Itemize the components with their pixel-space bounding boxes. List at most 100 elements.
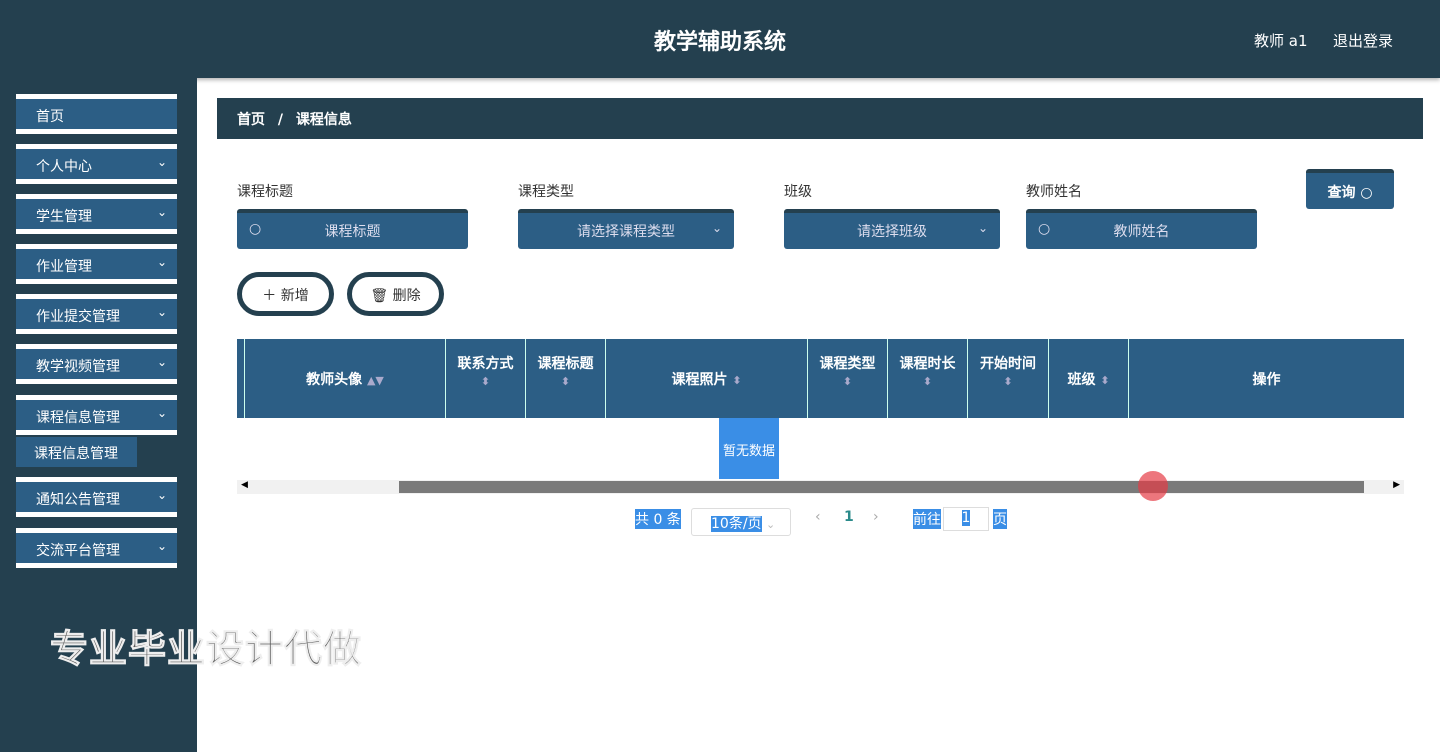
add-label: 新增: [280, 288, 309, 304]
plus-icon: ＋: [262, 288, 277, 304]
search-icon: ○: [1360, 185, 1373, 201]
sort-icon[interactable]: ⬍: [843, 375, 852, 388]
sidebar-item-notices[interactable]: 通知公告管理 ⌄: [16, 477, 177, 517]
prev-page-button[interactable]: ‹: [815, 509, 821, 525]
column-header[interactable]: 联系方式 ⬍: [445, 339, 525, 418]
current-page[interactable]: 1: [844, 509, 854, 525]
page-suffix: 页: [993, 509, 1007, 529]
sort-icon[interactable]: ⬍: [923, 375, 932, 388]
sidebar-item-submissions[interactable]: 作业提交管理 ⌄: [16, 294, 177, 334]
table-header: 教师头像 ▲▼ 联系方式 ⬍ 课程标题 ⬍ 课程照片 ⬍ 课程类型 ⬍ 课程时长 ⬍ 开…: [237, 339, 1404, 418]
current-user: 教师 a1: [1254, 32, 1308, 50]
chevron-down-icon: ⌄: [156, 155, 167, 169]
sidebar-item-label: 作业提交管理: [36, 309, 120, 325]
scrollbar-thumb[interactable]: [399, 481, 1364, 493]
query-label: 查询: [1327, 185, 1356, 201]
sort-icon[interactable]: ⬍: [1100, 374, 1109, 387]
column-label: 课程照片: [671, 372, 728, 388]
teacher-name-label: 教师姓名: [1026, 184, 1082, 200]
sidebar-item-label: 通知公告管理: [36, 492, 120, 508]
sidebar-item-label: 学生管理: [36, 209, 92, 225]
class-select[interactable]: 请选择班级 ⌄: [784, 209, 1000, 249]
sort-icon[interactable]: ▲▼: [367, 374, 384, 387]
top-header: 教学辅助系统 教师 a1 退出登录: [0, 0, 1440, 78]
trash-icon: 🗑: [370, 288, 389, 304]
breadcrumb-separator: /: [277, 112, 283, 128]
sidebar-item-label: 首页: [36, 109, 64, 125]
breadcrumb-current: 课程信息: [295, 112, 352, 128]
column-label: 班级: [1067, 372, 1096, 388]
chevron-down-icon: ⌄: [711, 221, 722, 235]
column-header: 操作: [1128, 339, 1404, 418]
chevron-down-icon: ⌄: [156, 355, 167, 369]
empty-text: 暂无数据: [719, 418, 779, 479]
breadcrumb: 首页 / 课程信息: [217, 98, 1423, 139]
chevron-down-icon: ⌄: [156, 488, 167, 502]
chevron-down-icon: ⌄: [765, 518, 776, 531]
course-title-input[interactable]: ○ 课程标题: [237, 209, 468, 249]
teacher-name-input[interactable]: ○ 教师姓名: [1026, 209, 1257, 249]
query-button[interactable]: 查询 ○: [1306, 169, 1394, 209]
course-title-label: 课程标题: [237, 184, 293, 200]
sidebar-subitem-courses[interactable]: 课程信息管理: [16, 437, 137, 467]
sidebar-item-label: 作业管理: [36, 259, 92, 275]
placeholder: 教师姓名: [1113, 224, 1170, 240]
column-header[interactable]: 课程照片 ⬍: [605, 339, 807, 418]
chevron-down-icon: ⌄: [156, 539, 167, 553]
goto-value: 1: [961, 510, 971, 526]
app-title: 教学辅助系统: [653, 30, 786, 55]
course-type-select[interactable]: 请选择课程类型 ⌄: [518, 209, 734, 249]
watermark: 专业毕业设计代做: [49, 627, 363, 672]
chevron-up-icon: ⌄: [156, 406, 167, 420]
placeholder: 请选择班级: [857, 224, 927, 240]
column-header[interactable]: 班级 ⬍: [1048, 339, 1128, 418]
sidebar-item-students[interactable]: 学生管理 ⌄: [16, 194, 177, 234]
column-header[interactable]: 课程标题 ⬍: [525, 339, 605, 418]
column-header[interactable]: 开始时间 ⬍: [967, 339, 1048, 418]
search-icon: ○: [1038, 221, 1051, 237]
goto-page-input[interactable]: 1: [943, 507, 989, 531]
sort-icon[interactable]: ⬍: [481, 375, 490, 388]
column-label: 课程类型: [819, 356, 876, 372]
column-label: 教师头像: [306, 372, 363, 388]
column-label: 课程标题: [537, 356, 594, 372]
sidebar-item-homework[interactable]: 作业管理 ⌄: [16, 244, 177, 284]
logout-link[interactable]: 退出登录: [1333, 30, 1393, 51]
sort-icon[interactable]: ⬍: [732, 374, 741, 387]
class-label: 班级: [784, 184, 812, 200]
column-header[interactable]: 课程类型 ⬍: [807, 339, 887, 418]
chevron-down-icon: ⌄: [156, 255, 167, 269]
sidebar-item-personal[interactable]: 个人中心 ⌄: [16, 144, 177, 184]
sidebar-item-home[interactable]: 首页: [16, 94, 177, 134]
chevron-down-icon: ⌄: [977, 221, 988, 235]
sidebar-item-label: 课程信息管理: [36, 410, 120, 426]
horizontal-scrollbar[interactable]: ◀ ▶: [237, 480, 1404, 494]
sidebar-item-courses[interactable]: 课程信息管理 ⌄: [16, 395, 177, 435]
add-button[interactable]: ＋ 新增: [237, 272, 334, 316]
goto-label: 前往: [913, 509, 941, 529]
breadcrumb-home[interactable]: 首页: [237, 112, 265, 128]
placeholder: 课程标题: [324, 224, 381, 240]
column-label: 开始时间: [980, 356, 1036, 372]
total-count: 共 0 条: [635, 509, 681, 529]
sidebar-item-videos[interactable]: 教学视频管理 ⌄: [16, 344, 177, 384]
sidebar-item-forum[interactable]: 交流平台管理 ⌄: [16, 528, 177, 568]
search-icon: ○: [249, 221, 262, 237]
sidebar-item-label: 交流平台管理: [36, 543, 120, 559]
delete-button[interactable]: 🗑 删除: [347, 272, 444, 316]
chevron-down-icon: ⌄: [156, 205, 167, 219]
delete-label: 删除: [392, 288, 421, 304]
page-size-value: 10条/页: [711, 516, 762, 532]
course-type-label: 课程类型: [518, 184, 574, 200]
next-page-button[interactable]: ›: [873, 509, 879, 525]
chevron-down-icon: ⌄: [156, 305, 167, 319]
page-size-select[interactable]: 10条/页 ⌄: [691, 508, 791, 536]
sort-icon[interactable]: ⬍: [1003, 375, 1012, 388]
course-table: 教师头像 ▲▼ 联系方式 ⬍ 课程标题 ⬍ 课程照片 ⬍ 课程类型 ⬍ 课程时长 ⬍ 开…: [237, 339, 1404, 494]
column-label: 操作: [1252, 372, 1281, 388]
column-header[interactable]: 课程时长 ⬍: [887, 339, 967, 418]
table-body: 暂无数据: [237, 418, 1404, 480]
sort-icon[interactable]: ⬍: [561, 375, 570, 388]
column-label: 课程时长: [899, 356, 956, 372]
column-header[interactable]: 教师头像 ▲▼: [244, 339, 445, 418]
